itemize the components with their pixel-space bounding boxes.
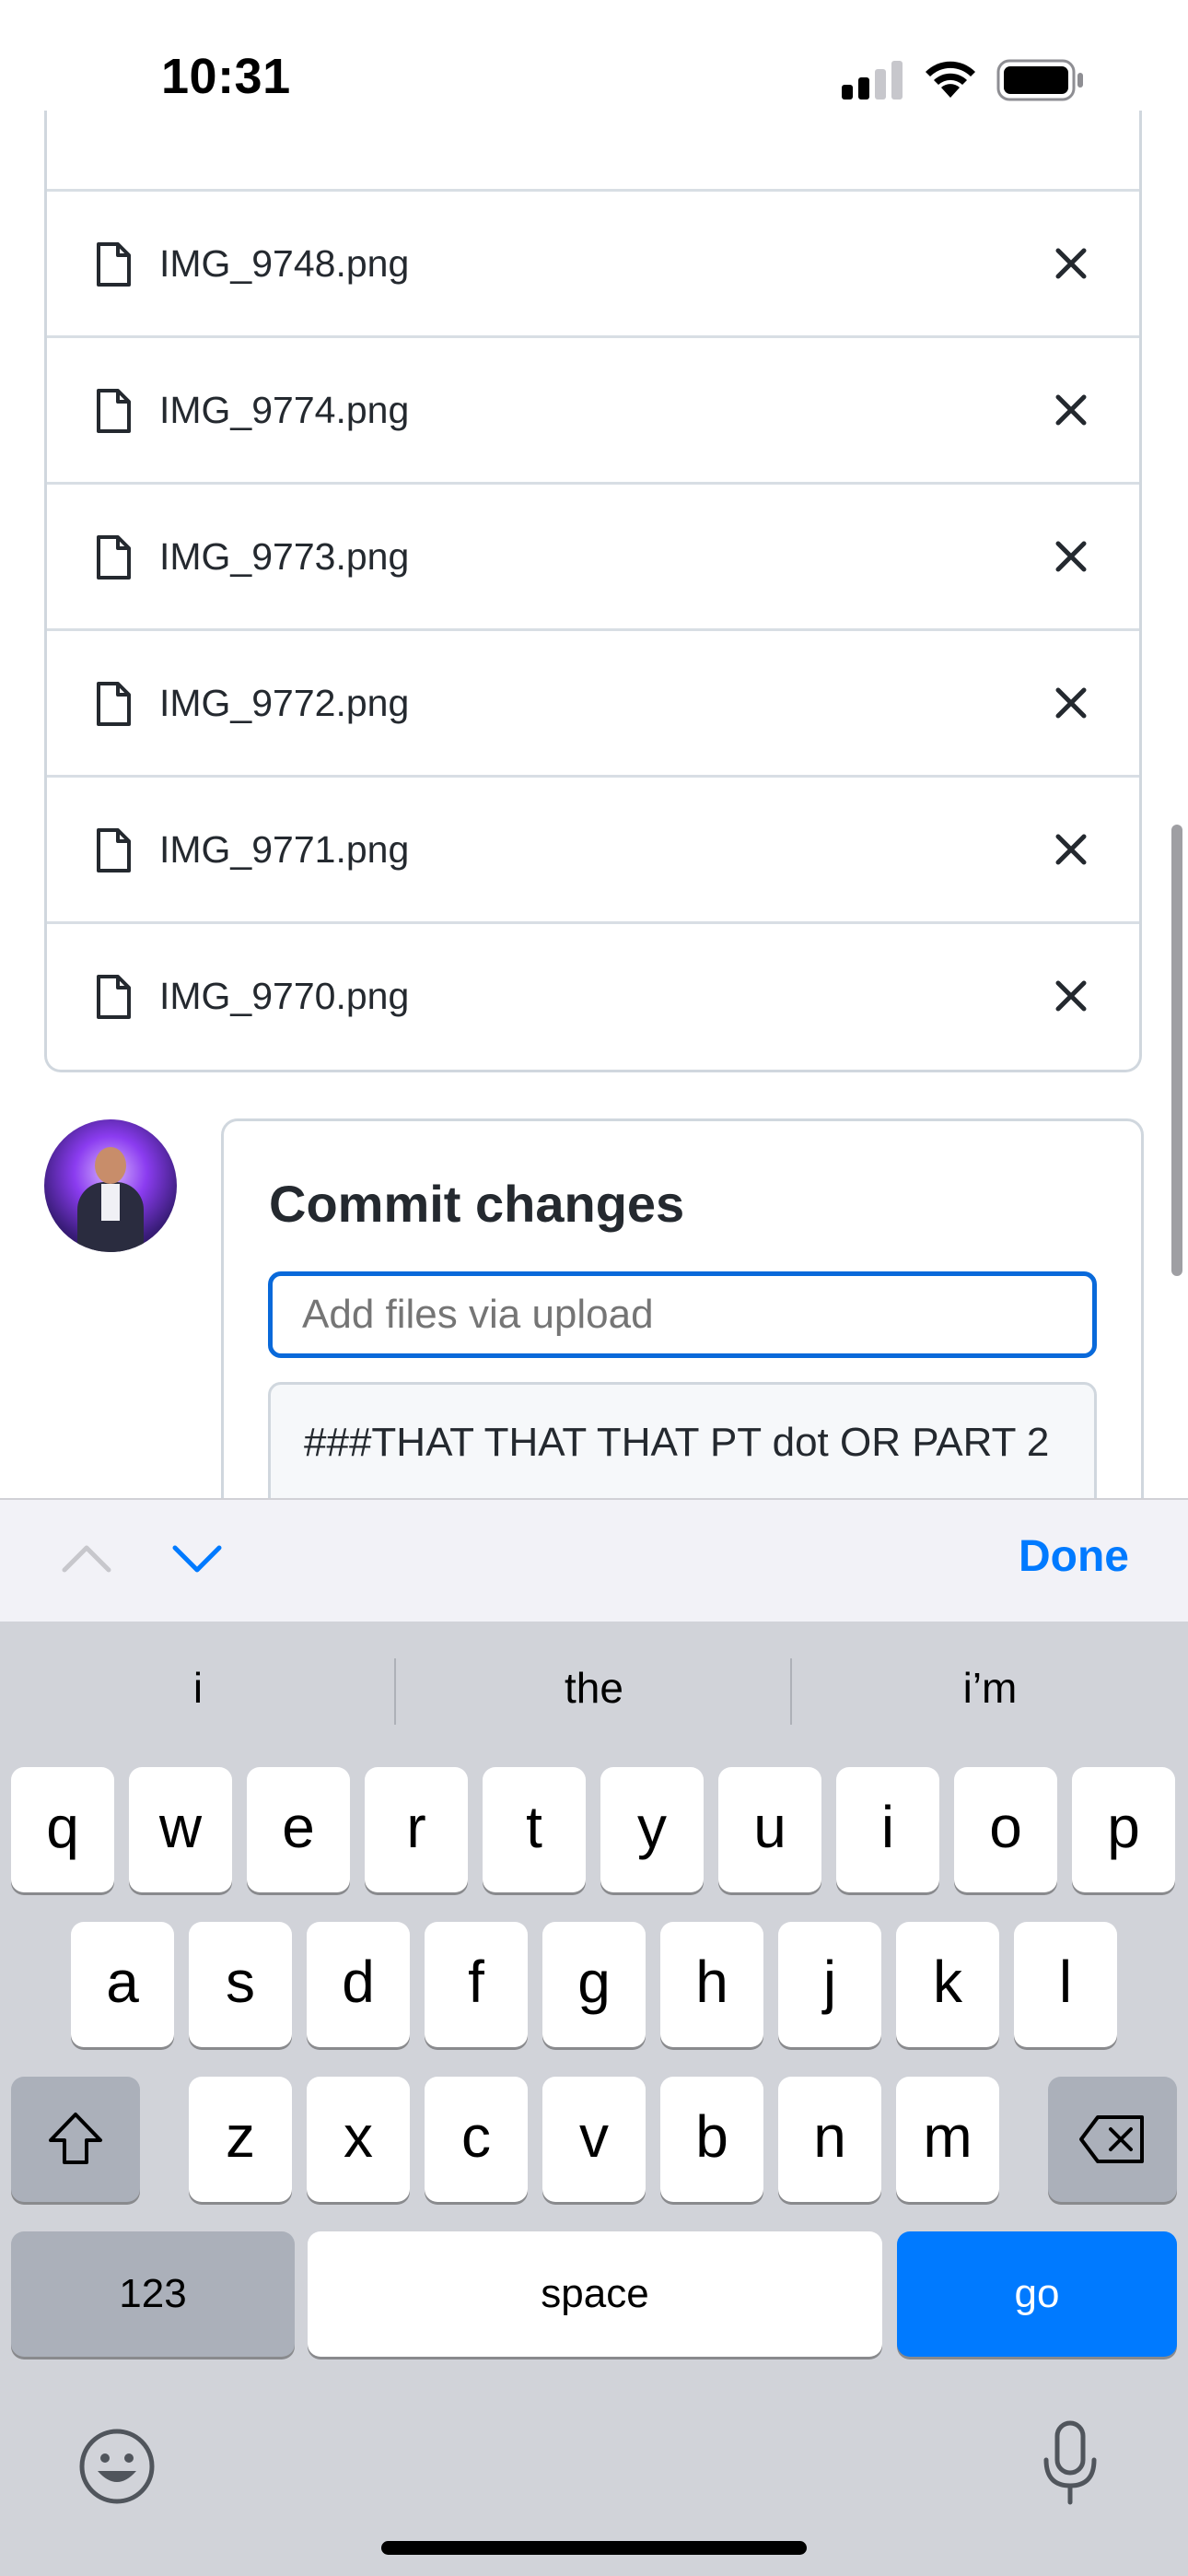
file-name: IMG_9771.png [159,828,410,871]
backspace-key[interactable] [1048,2077,1177,2202]
key-d[interactable]: d [307,1922,410,2047]
file-icon [97,242,131,287]
space-key[interactable]: space [308,2231,882,2357]
chevron-down-icon[interactable] [169,1535,225,1581]
key-n[interactable]: n [778,2077,881,2202]
key-e[interactable]: e [247,1767,350,1892]
key-t[interactable]: t [483,1767,586,1892]
key-v[interactable]: v [542,2077,646,2202]
file-icon [97,828,131,872]
file-name: IMG_9772.png [159,682,410,724]
key-s[interactable]: s [189,1922,292,2047]
shift-icon [49,2113,102,2164]
file-icon [97,975,131,1019]
close-icon[interactable] [1051,683,1091,723]
key-z[interactable]: z [189,2077,292,2202]
status-time: 10:31 [161,49,291,104]
key-j[interactable]: j [778,1922,881,2047]
file-list: IMG_9748.png IMG_9774.png IMG_9773.png I… [44,111,1142,1072]
file-icon [97,389,131,433]
close-icon[interactable] [1051,390,1091,430]
microphone-icon[interactable] [1039,2419,1101,2508]
scrollbar[interactable] [1171,825,1182,1276]
file-name: IMG_9748.png [159,242,410,285]
avatar [44,1119,177,1252]
home-indicator [381,2541,807,2555]
key-k[interactable]: k [896,1922,999,2047]
key-x[interactable]: x [307,2077,410,2202]
key-m[interactable]: m [896,2077,999,2202]
list-item: IMG_9748.png [47,189,1139,335]
file-name: IMG_9770.png [159,975,410,1017]
shift-key[interactable] [11,2077,140,2202]
key-r[interactable]: r [365,1767,468,1892]
list-item: IMG_9773.png [47,482,1139,628]
key-o[interactable]: o [954,1767,1057,1892]
key-f[interactable]: f [425,1922,528,2047]
key-u[interactable]: u [718,1767,821,1892]
key-y[interactable]: y [600,1767,704,1892]
list-item: IMG_9770.png [47,921,1139,1068]
key-i[interactable]: i [836,1767,939,1892]
list-item: IMG_9772.png [47,628,1139,775]
go-key[interactable]: go [897,2231,1177,2357]
emoji-icon[interactable] [77,2427,157,2506]
battery-icon [996,59,1083,101]
key-c[interactable]: c [425,2077,528,2202]
file-name: IMG_9773.png [159,535,410,578]
done-button[interactable]: Done [1019,1531,1129,1582]
close-icon[interactable] [1051,976,1091,1016]
key-a[interactable]: a [71,1922,174,2047]
file-name: IMG_9774.png [159,389,410,431]
file-icon [97,535,131,580]
backspace-icon [1079,2115,1144,2163]
commit-summary-input[interactable] [268,1271,1097,1358]
close-icon[interactable] [1051,243,1091,284]
file-icon [97,682,131,726]
suggestion-2[interactable]: the [396,1663,792,1713]
chevron-up-icon[interactable] [59,1535,114,1581]
list-item: IMG_9774.png [47,335,1139,482]
signal-icon [842,61,903,100]
key-w[interactable]: w [129,1767,232,1892]
key-b[interactable]: b [660,2077,763,2202]
close-icon[interactable] [1051,829,1091,870]
close-icon[interactable] [1051,536,1091,577]
suggestion-1[interactable]: i [0,1663,396,1713]
key-h[interactable]: h [660,1922,763,2047]
wifi-icon [926,61,975,98]
key-p[interactable]: p [1072,1767,1175,1892]
key-l[interactable]: l [1014,1922,1117,2047]
list-item: IMG_9771.png [47,775,1139,921]
key-q[interactable]: q [11,1767,114,1892]
suggestion-3[interactable]: i’m [792,1663,1188,1713]
key-g[interactable]: g [542,1922,646,2047]
commit-title: Commit changes [269,1175,685,1233]
numbers-key[interactable]: 123 [11,2231,295,2357]
